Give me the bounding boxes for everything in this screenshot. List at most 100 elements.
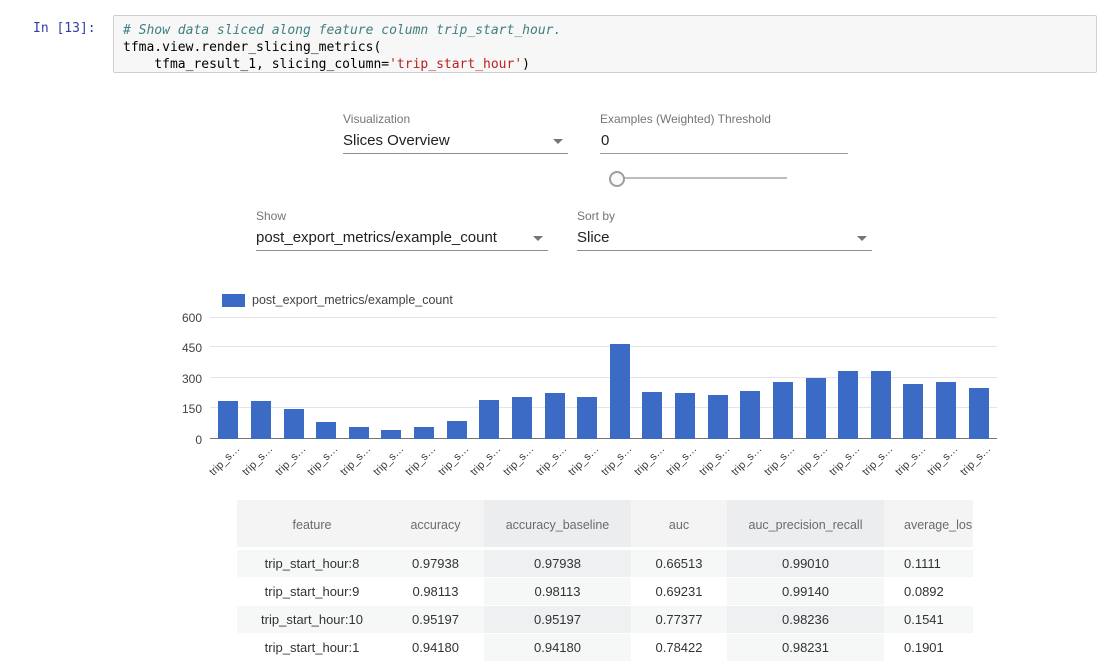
x-tick-label: trip_s… <box>795 443 830 478</box>
x-axis-labels: trip_s…trip_s…trip_s…trip_s…trip_s…trip_… <box>212 439 995 481</box>
bar <box>414 427 434 439</box>
bar <box>708 395 728 439</box>
bar-slot <box>538 317 571 439</box>
bar-slot <box>636 317 669 439</box>
x-tick: trip_s… <box>375 439 408 481</box>
metric-cell: 0.77377 <box>631 606 727 634</box>
slider-track[interactable] <box>617 177 787 179</box>
bar <box>871 371 891 439</box>
bar-slot <box>865 317 898 439</box>
column-header: average_los <box>884 500 973 550</box>
plot-area: trip_s…trip_s…trip_s…trip_s…trip_s…trip_… <box>210 317 997 439</box>
bar-slot <box>440 317 473 439</box>
code-line[interactable]: tfma_result_1, slicing_column='trip_star… <box>123 56 1087 73</box>
x-tick-label: trip_s… <box>697 443 732 478</box>
metric-cell: 0.99010 <box>727 550 884 578</box>
notebook-page: In [13]: # Show data sliced along featur… <box>0 0 1111 668</box>
metric-cell: 0.98231 <box>727 634 884 662</box>
bar <box>545 393 565 439</box>
bar-slot <box>506 317 539 439</box>
legend-label: post_export_metrics/example_count <box>252 293 453 307</box>
x-tick: trip_s… <box>604 439 637 481</box>
metric-cell: 0.98113 <box>387 578 484 606</box>
bar-slot <box>310 317 343 439</box>
metric-cell: 0.97938 <box>484 550 631 578</box>
metric-cell: 0.99140 <box>727 578 884 606</box>
bar <box>512 397 532 439</box>
bar <box>838 371 858 439</box>
bar <box>610 344 630 439</box>
metric-cell: 0.78422 <box>631 634 727 662</box>
x-tick-label: trip_s… <box>925 443 960 478</box>
bar <box>479 400 499 439</box>
slider-knob[interactable] <box>609 171 625 187</box>
bars-row <box>212 317 995 439</box>
chevron-down-icon[interactable] <box>553 139 563 144</box>
x-tick: trip_s… <box>669 439 702 481</box>
x-tick: trip_s… <box>799 439 832 481</box>
chevron-down-icon[interactable] <box>533 236 543 241</box>
code-line[interactable]: tfma.view.render_slicing_metrics( <box>123 39 1087 56</box>
bar <box>936 382 956 439</box>
cell-prompt: In [13]: <box>33 21 109 36</box>
bar-slot <box>277 317 310 439</box>
x-tick-label: trip_s… <box>762 443 797 478</box>
bar-slot <box>408 317 441 439</box>
code-cell[interactable]: # Show data sliced along feature column … <box>113 15 1097 73</box>
metric-cell: 0.66513 <box>631 550 727 578</box>
bar <box>773 382 793 439</box>
bar <box>447 421 467 439</box>
x-tick-label: trip_s… <box>501 443 536 478</box>
metric-cell: 0.94180 <box>484 634 631 662</box>
bar-slot <box>604 317 637 439</box>
x-tick-label: trip_s… <box>403 443 438 478</box>
visualization-select[interactable]: Slices Overview <box>343 129 568 154</box>
show-select[interactable]: post_export_metrics/example_count <box>256 226 548 251</box>
x-tick-label: trip_s… <box>566 443 601 478</box>
threshold-input[interactable]: 0 <box>600 129 848 154</box>
bar <box>577 397 597 439</box>
x-tick-label: trip_s… <box>273 443 308 478</box>
x-tick: trip_s… <box>408 439 441 481</box>
x-tick: trip_s… <box>473 439 506 481</box>
x-tick-label: trip_s… <box>371 443 406 478</box>
x-tick-label: trip_s… <box>208 443 243 478</box>
x-tick: trip_s… <box>636 439 669 481</box>
code-line[interactable]: # Show data sliced along feature column … <box>123 22 1087 39</box>
bar-slot <box>375 317 408 439</box>
threshold-slider[interactable] <box>609 170 787 186</box>
x-tick-label: trip_s… <box>632 443 667 478</box>
feature-cell: trip_start_hour:9 <box>237 578 387 606</box>
column-header: accuracy <box>387 500 484 550</box>
metric-cell: 0.1111 <box>884 550 973 578</box>
x-tick: trip_s… <box>212 439 245 481</box>
sort-by-select[interactable]: Slice <box>577 226 872 251</box>
bar-slot <box>962 317 995 439</box>
x-tick: trip_s… <box>440 439 473 481</box>
y-tick-label: 150 <box>158 402 202 416</box>
x-tick-label: trip_s… <box>338 443 373 478</box>
bar-slot <box>799 317 832 439</box>
x-tick: trip_s… <box>865 439 898 481</box>
metrics-table: featureaccuracyaccuracy_baselineaucauc_p… <box>237 500 973 662</box>
chevron-down-icon[interactable] <box>857 236 867 241</box>
metric-cell: 0.1901 <box>884 634 973 662</box>
chart-legend: post_export_metrics/example_count <box>222 293 453 307</box>
bar-slot <box>832 317 865 439</box>
x-tick-label: trip_s… <box>730 443 765 478</box>
x-tick: trip_s… <box>538 439 571 481</box>
x-tick-label: trip_s… <box>827 443 862 478</box>
show-label: Show <box>256 209 286 223</box>
x-tick: trip_s… <box>506 439 539 481</box>
code-block[interactable]: # Show data sliced along feature column … <box>123 22 1087 73</box>
feature-cell: trip_start_hour:10 <box>237 606 387 634</box>
table-row: trip_start_hour:10.941800.941800.784220.… <box>237 634 973 662</box>
metric-cell: 0.95197 <box>387 606 484 634</box>
column-header: auc_precision_recall <box>727 500 884 550</box>
bar-slot <box>571 317 604 439</box>
metric-cell: 0.0892 <box>884 578 973 606</box>
bar <box>218 401 238 439</box>
bar <box>740 391 760 439</box>
threshold-label: Examples (Weighted) Threshold <box>600 112 771 126</box>
metric-cell: 0.94180 <box>387 634 484 662</box>
